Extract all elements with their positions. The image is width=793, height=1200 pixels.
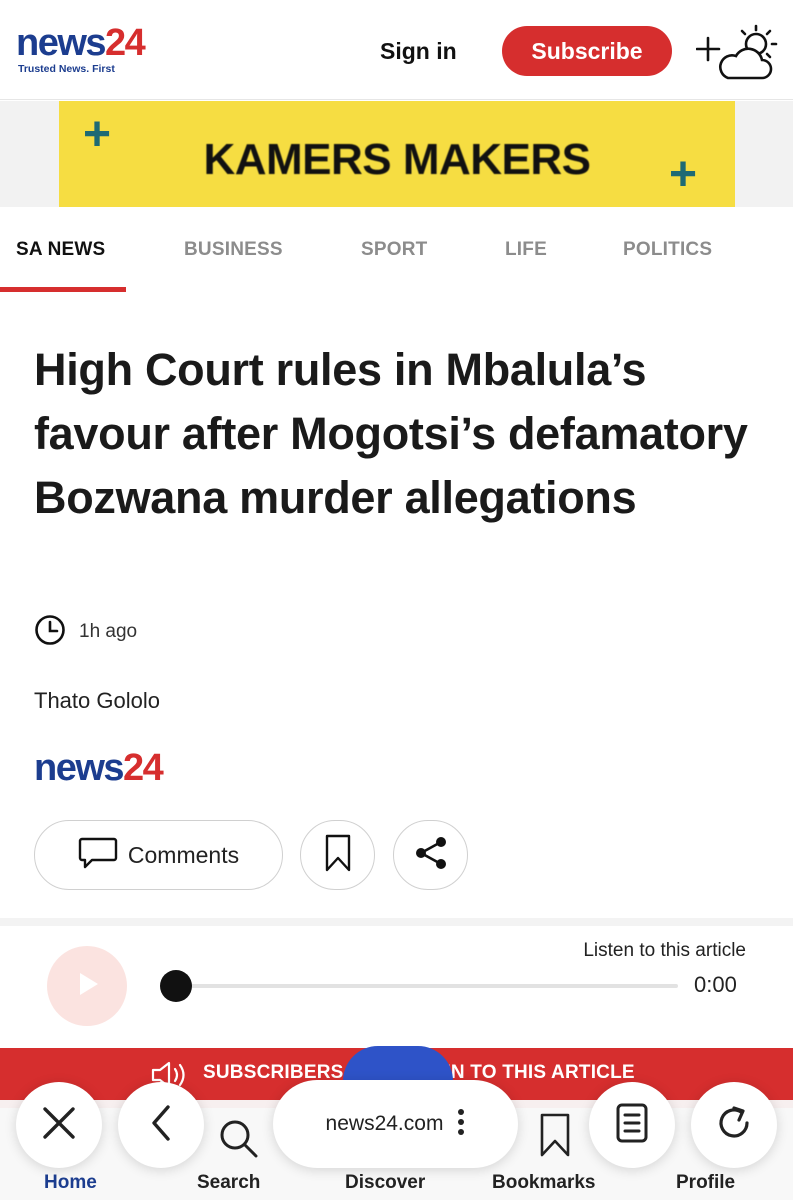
reader-icon xyxy=(615,1102,649,1149)
close-icon xyxy=(41,1105,77,1146)
share-icon xyxy=(413,835,449,876)
reader-mode-button[interactable] xyxy=(589,1082,675,1168)
section-nav: SA NEWS BUSINESS SPORT LIFE POLITICS xyxy=(0,207,793,293)
ad-plus-icon: + xyxy=(669,148,698,201)
address-bar[interactable]: news24.com xyxy=(273,1080,518,1168)
chevron-left-icon xyxy=(146,1103,176,1148)
nav-tab-business[interactable]: BUSINESS xyxy=(184,239,283,261)
clock-icon xyxy=(34,614,66,651)
sign-in-link[interactable]: Sign in xyxy=(380,38,457,65)
source-logo: news24 xyxy=(34,747,164,789)
audio-progress-track[interactable] xyxy=(176,984,678,988)
bookmark-icon xyxy=(324,834,352,877)
comments-button[interactable]: Comments xyxy=(34,820,283,890)
listen-label: Listen to this article xyxy=(583,940,746,961)
bookmarks-tab-icon[interactable] xyxy=(538,1112,572,1163)
tab-search-label[interactable]: Search xyxy=(197,1172,260,1194)
ad-banner-area: + KAMERS MAKERS + xyxy=(0,101,793,207)
nav-tab-sa-news[interactable]: SA NEWS xyxy=(16,239,105,261)
site-header: news24 Trusted News. First Sign in Subsc… xyxy=(0,0,793,100)
reload-icon xyxy=(714,1103,754,1148)
ad-banner[interactable]: + KAMERS MAKERS + xyxy=(59,101,735,207)
search-icon[interactable] xyxy=(216,1116,260,1165)
tab-discover-label[interactable]: Discover xyxy=(345,1172,425,1194)
logo-tagline: Trusted News. First xyxy=(18,63,115,75)
audio-scrubber-knob[interactable] xyxy=(160,970,192,1002)
nav-tab-politics[interactable]: POLITICS xyxy=(623,239,712,261)
nav-tab-life[interactable]: LIFE xyxy=(505,239,547,261)
tab-bookmarks-label[interactable]: Bookmarks xyxy=(492,1172,596,1194)
add-weather-icon[interactable] xyxy=(695,20,782,84)
comments-label: Comments xyxy=(127,841,240,868)
tab-profile-label[interactable]: Profile xyxy=(676,1172,735,1194)
bookmark-button[interactable] xyxy=(300,820,375,890)
share-button[interactable] xyxy=(393,820,468,890)
ad-text: KAMERS MAKERS xyxy=(203,135,591,184)
published-time: 1h ago xyxy=(34,614,138,651)
time-ago-text: 1h ago xyxy=(79,621,138,642)
close-tab-button[interactable] xyxy=(16,1082,102,1168)
subscribe-button[interactable]: Subscribe xyxy=(502,26,672,76)
nav-tab-sport[interactable]: SPORT xyxy=(361,239,427,261)
play-icon xyxy=(72,969,102,1004)
source-logo-num: 24 xyxy=(123,747,164,789)
more-options-icon[interactable] xyxy=(457,1108,465,1141)
play-button[interactable] xyxy=(47,946,127,1026)
url-text: news24.com xyxy=(325,1112,444,1135)
section-divider xyxy=(0,918,793,926)
reload-button[interactable] xyxy=(691,1082,777,1168)
logo-num-text: 24 xyxy=(105,22,146,64)
tab-home-label[interactable]: Home xyxy=(44,1172,97,1194)
author-name[interactable]: Thato Gololo xyxy=(34,688,160,714)
source-logo-news: news xyxy=(34,747,125,789)
article-headline: High Court rules in Mbalula’s favour aft… xyxy=(34,344,748,523)
comment-icon xyxy=(78,836,118,875)
audio-current-time: 0:00 xyxy=(694,972,737,997)
news24-logo[interactable]: news24 Trusted News. First xyxy=(16,22,146,75)
back-button[interactable] xyxy=(118,1082,204,1168)
active-tab-indicator xyxy=(0,287,126,292)
logo-news-text: news xyxy=(16,22,107,64)
